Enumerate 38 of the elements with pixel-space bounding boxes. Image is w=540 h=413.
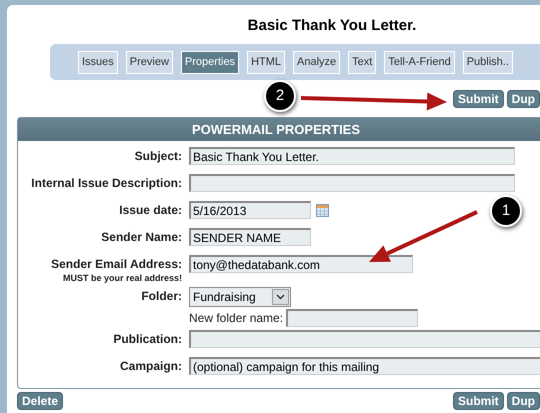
field-label: Publication: <box>113 332 182 346</box>
tab[interactable]: Tell-A-Friend <box>384 50 455 74</box>
text-field[interactable]: (optional) campaign for this mailing <box>189 357 540 375</box>
step-number: 2 <box>264 80 296 112</box>
field-label: Subject: <box>134 149 182 163</box>
tab[interactable]: Properties <box>180 50 240 74</box>
text-field[interactable] <box>286 309 418 327</box>
field-label: Issue date: <box>119 203 182 217</box>
tab[interactable]: Issues <box>78 50 118 74</box>
panel-header: POWERMAIL PROPERTIES <box>18 118 540 141</box>
tab[interactable]: Text <box>348 50 376 74</box>
text-field[interactable]: Basic Thank You Letter. <box>189 147 515 165</box>
page-title: Basic Thank You Letter. <box>246 16 418 35</box>
field-label: Internal Issue Description: <box>31 176 182 190</box>
field-label: Folder: <box>141 289 182 303</box>
folder-select[interactable]: Fundraising <box>189 287 291 307</box>
text-field[interactable] <box>189 174 515 192</box>
field-label: Sender Name: <box>101 230 182 244</box>
calendar-icon[interactable] <box>316 204 329 216</box>
submit-button[interactable]: Submit <box>453 392 504 410</box>
submit-button[interactable]: Dup <box>506 90 540 108</box>
submit-button[interactable]: Submit <box>453 90 504 108</box>
text-field[interactable]: SENDER NAME <box>189 228 311 246</box>
date-field[interactable]: 5/16/2013 <box>189 201 311 219</box>
field-label: Sender Email Address: <box>51 257 182 271</box>
step-number: 1 <box>490 195 522 227</box>
dropdown-caret-icon[interactable] <box>272 289 289 305</box>
field-label: New folder name: <box>189 310 284 327</box>
submit-button[interactable]: Dup <box>506 392 540 410</box>
text-field[interactable] <box>189 330 540 348</box>
field-note: MUST be your real address! <box>62 273 182 284</box>
tab[interactable]: Publish.. <box>462 50 513 74</box>
delete-button[interactable]: Delete <box>17 392 64 410</box>
field-label: Campaign: <box>120 359 182 373</box>
text-field[interactable]: tony@thedatabank.com <box>189 255 413 273</box>
tab[interactable]: Analyze <box>293 50 340 74</box>
tab[interactable]: HTML <box>247 50 286 74</box>
tab[interactable]: Preview <box>126 50 173 74</box>
